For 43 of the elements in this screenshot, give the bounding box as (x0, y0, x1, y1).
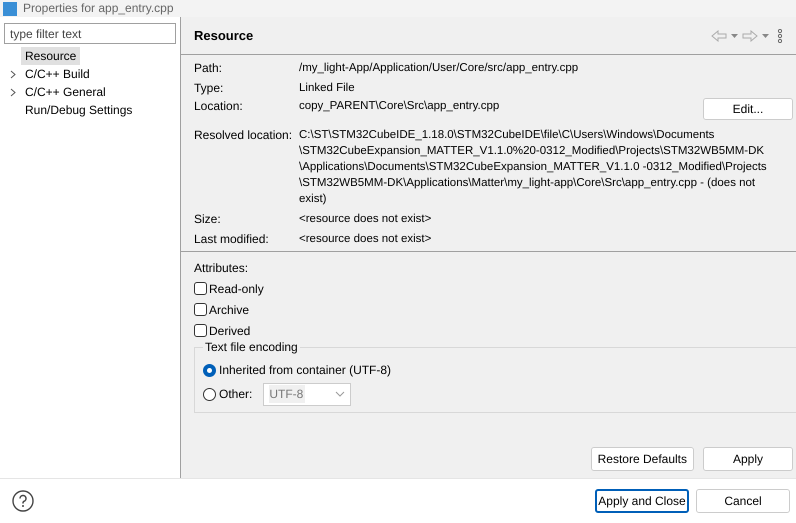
checkbox[interactable] (194, 303, 207, 316)
field-label: Last modified: (194, 231, 270, 247)
sidebar-item[interactable]: C/C++ General (21, 83, 110, 101)
radio-label: Other: (219, 386, 252, 402)
attributes-label: Attributes: (194, 260, 250, 276)
app-icon (3, 2, 17, 16)
field-value: <resource does not exist> (299, 232, 432, 247)
radio-label: Inherited from container (UTF-8) (219, 362, 392, 378)
field-label: Resolved location: (194, 127, 294, 143)
sidebar-item[interactable]: Resource (21, 47, 80, 65)
group-title: Text file encoding (203, 340, 300, 354)
edit-button[interactable]: Edit... (703, 98, 793, 120)
checkbox-label: Derived (209, 322, 250, 340)
sidebar-item[interactable]: C/C++ Build (21, 65, 94, 83)
field-value: <resource does not exist> (299, 212, 432, 227)
cancel-button[interactable]: Cancel (696, 489, 790, 513)
radio-button[interactable] (203, 388, 216, 400)
caret-icon[interactable] (762, 34, 769, 38)
field-value: copy_PARENT\Core\Src\app_entry.cpp (299, 99, 500, 114)
radio-button[interactable] (203, 364, 216, 376)
field-value: /my_light-App/Application/User/Core/src/app_entry.cpp (299, 61, 580, 76)
page-title: Resource (194, 26, 254, 45)
help-icon[interactable] (12, 490, 34, 512)
field-value: C:\ST\STM32CubeIDE_1.18.0\STM32CubeIDE\file\C\Users\Windows\Documents \STM32CubeExpansion_MATTER_V1.1.0%20-0312_Modified\Projects\STM32WB5MM-DK \Applications\Documents\STM32CubeExpansion_MATTER_V1.1.0 -0312_Modified\Projects \STM32WB5MM-DK\Applications\Matter\my_light-app\Core\Src\app_entry.cpp - (does not exist) (299, 128, 768, 207)
restore-defaults-button[interactable]: Restore Defaults (590, 447, 694, 471)
caret-icon[interactable] (731, 34, 738, 38)
encoding-dropdown[interactable]: UTF-8 (263, 382, 352, 406)
apply-button[interactable]: Apply (703, 447, 793, 471)
field-label: Location: (194, 98, 244, 114)
checkbox-label: Archive (209, 302, 250, 318)
sidebar-item[interactable]: Run/Debug Settings (21, 101, 136, 119)
field-label: Type: (194, 80, 224, 96)
field-value: Linked File (299, 81, 356, 96)
filter-field[interactable]: type filter text (4, 23, 176, 44)
apply-and-close-button[interactable]: Apply and Close (595, 489, 689, 513)
field-label: Path: (194, 60, 224, 76)
field-label: Size: (194, 211, 222, 227)
window-title: Properties for app_entry.cpp (23, 1, 174, 16)
checkbox-label: Read-only (209, 280, 264, 298)
checkbox[interactable] (194, 282, 207, 295)
more-icon[interactable] (777, 28, 783, 42)
caret-icon (335, 391, 346, 397)
checkbox[interactable] (194, 324, 207, 337)
